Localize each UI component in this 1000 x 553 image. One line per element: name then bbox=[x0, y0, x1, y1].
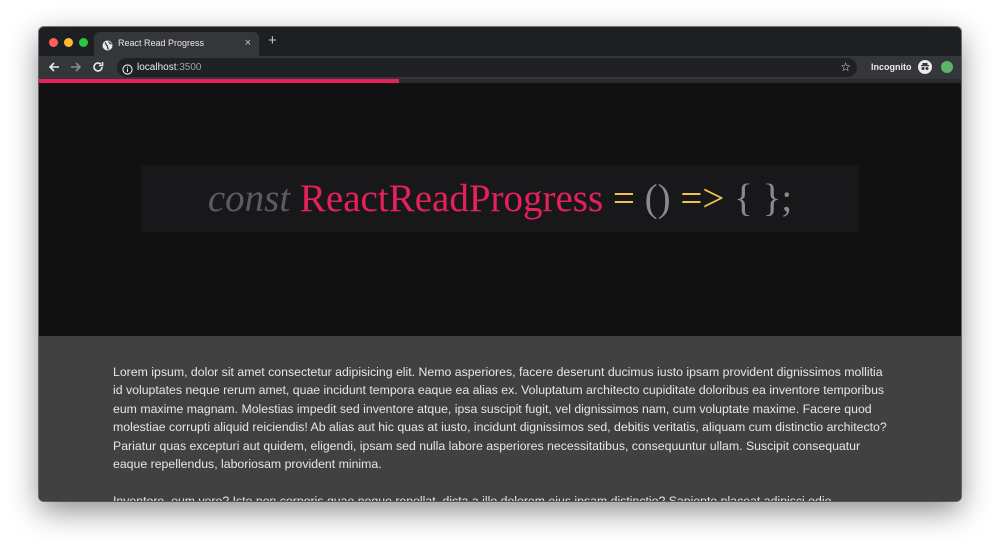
reload-icon[interactable] bbox=[90, 59, 106, 75]
url-host: localhost bbox=[137, 62, 177, 73]
close-window-button[interactable] bbox=[49, 38, 58, 47]
hero-code-title: const ReactReadProgress = () => { }; bbox=[141, 165, 859, 232]
forward-arrow-icon[interactable] bbox=[68, 59, 84, 75]
code-equals: = bbox=[612, 177, 635, 220]
tab-bar: React Read Progress × + bbox=[39, 27, 961, 56]
close-tab-icon[interactable]: × bbox=[245, 36, 251, 50]
url-port: :3500 bbox=[176, 62, 202, 73]
bookmark-star-icon[interactable]: ☆ bbox=[840, 60, 851, 74]
extension-icon[interactable] bbox=[941, 61, 953, 73]
maximize-window-button[interactable] bbox=[79, 38, 88, 47]
article-paragraph: Inventore, eum vero? Iste non corporis q… bbox=[113, 494, 832, 501]
hero-section: const ReactReadProgress = () => { }; bbox=[39, 83, 961, 336]
address-url: localhost:3500 bbox=[137, 62, 202, 73]
info-icon[interactable] bbox=[122, 62, 133, 80]
incognito-label: Incognito bbox=[871, 62, 912, 72]
new-tab-button[interactable]: + bbox=[268, 33, 277, 49]
window-controls bbox=[49, 38, 88, 47]
address-bar[interactable]: localhost:3500 ☆ bbox=[117, 58, 857, 77]
code-braces: { }; bbox=[734, 177, 793, 220]
tab-react-read-progress[interactable]: React Read Progress × bbox=[94, 32, 259, 56]
browser-toolbar: localhost:3500 ☆ Incognito bbox=[39, 56, 961, 79]
minimize-window-button[interactable] bbox=[64, 38, 73, 47]
code-keyword: const bbox=[207, 177, 291, 220]
back-arrow-icon[interactable] bbox=[46, 59, 62, 75]
incognito-icon[interactable] bbox=[918, 60, 932, 74]
globe-icon bbox=[102, 38, 113, 51]
browser-window: React Read Progress × + localhost:3500 ☆… bbox=[39, 27, 961, 501]
article-content: Lorem ipsum, dolor sit amet consectetur … bbox=[39, 336, 961, 501]
code-arrow: => bbox=[680, 177, 725, 220]
article-paragraph: Lorem ipsum, dolor sit amet consectetur … bbox=[113, 365, 887, 472]
code-component-name: ReactReadProgress bbox=[299, 177, 604, 220]
tab-title: React Read Progress bbox=[118, 38, 205, 48]
code-parens: () bbox=[644, 177, 671, 220]
